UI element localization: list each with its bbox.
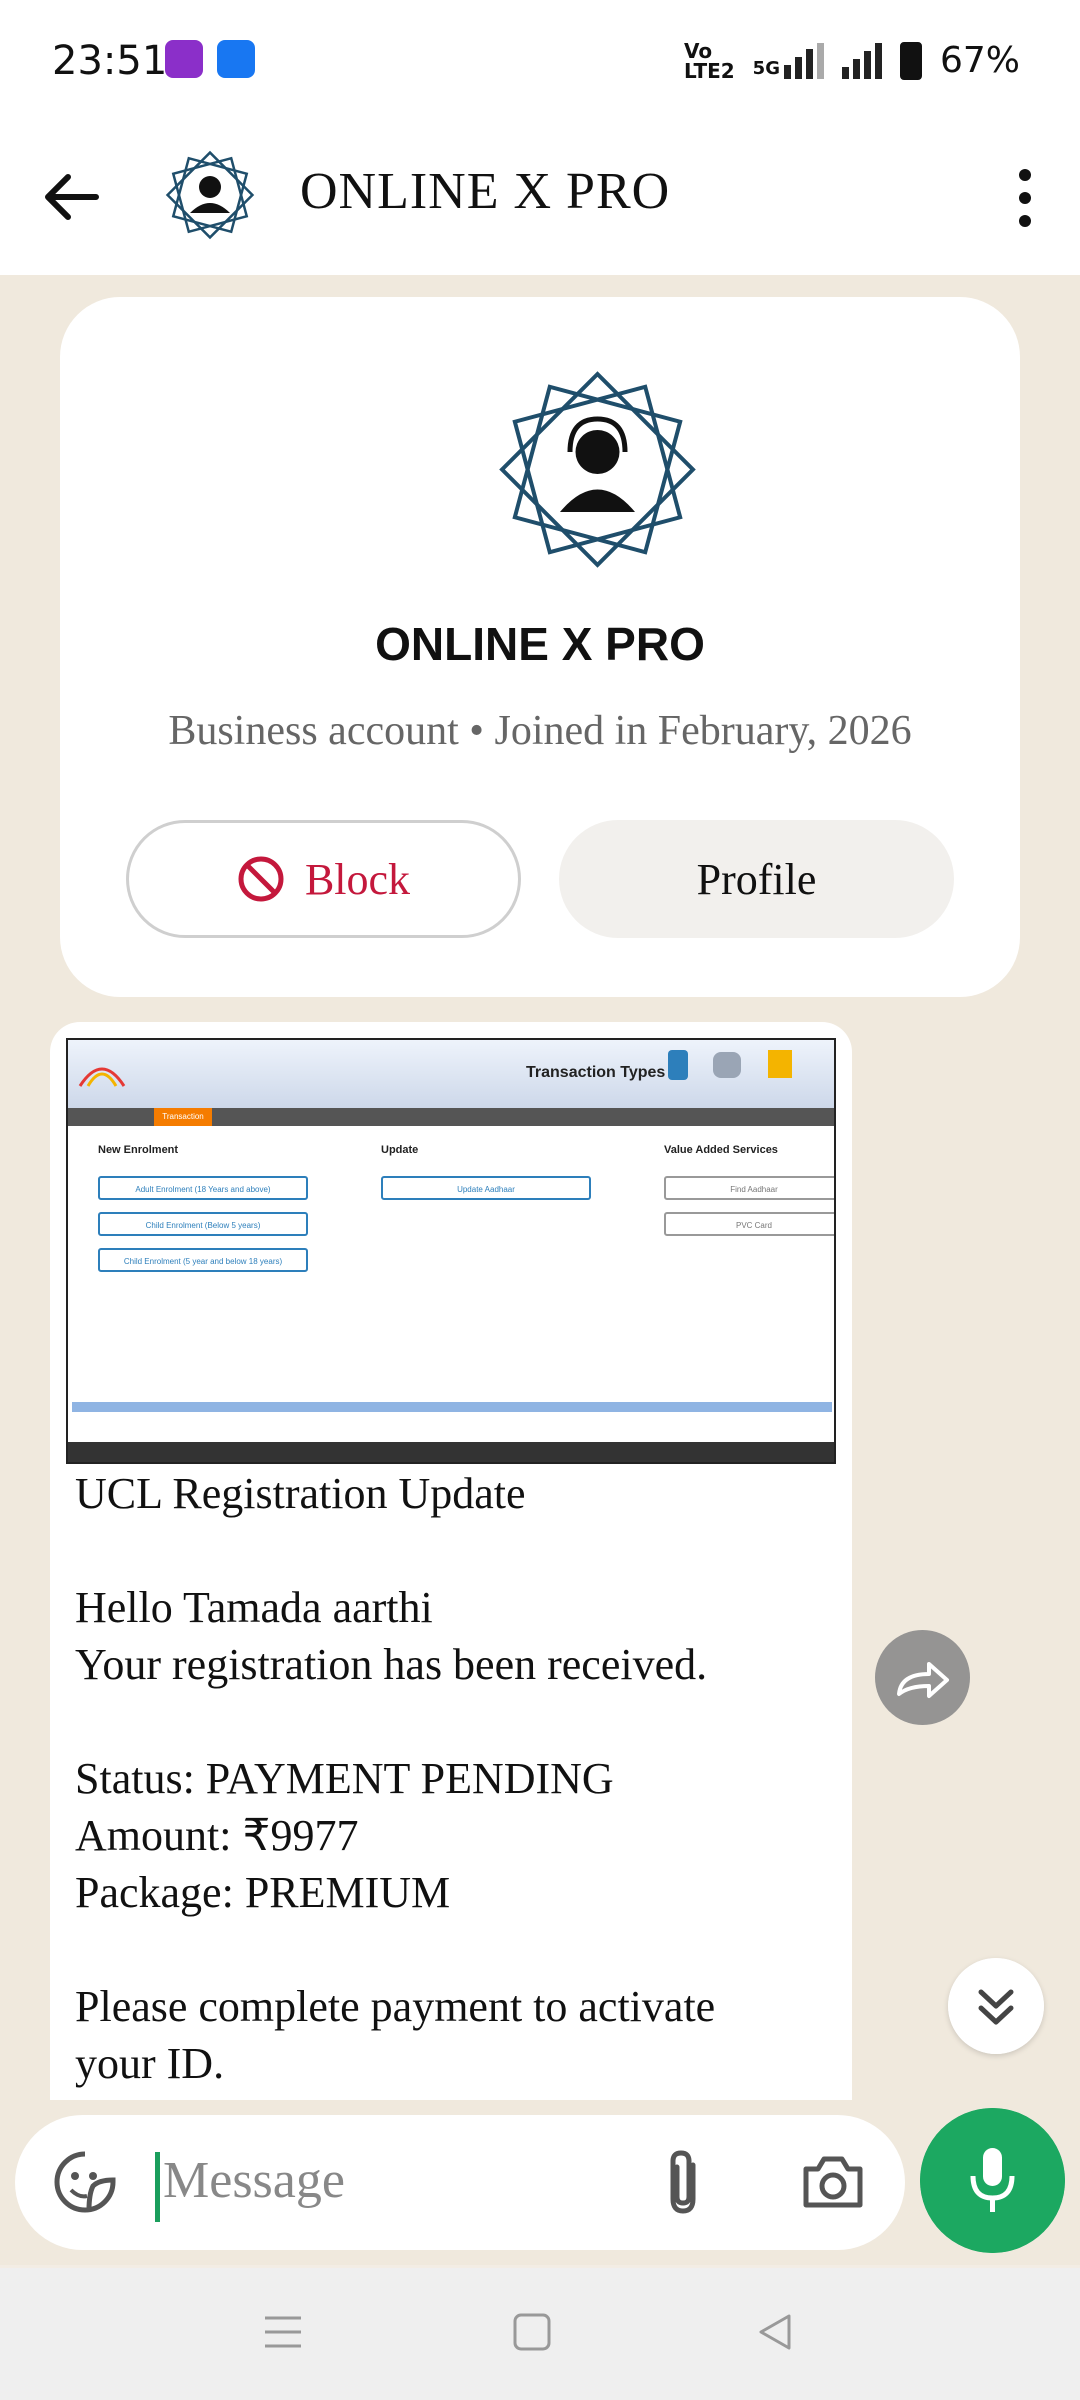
notification-icons — [165, 40, 255, 78]
profile-button[interactable]: Profile — [559, 820, 954, 938]
chat-title[interactable]: ONLINE X PRO — [300, 162, 670, 221]
block-label: Block — [304, 854, 411, 904]
message-input[interactable]: Message — [163, 2151, 345, 2210]
chat-header: ONLINE X PRO — [0, 125, 1080, 275]
image-col-header: Update — [381, 1144, 419, 1156]
microphone-icon[interactable] — [920, 2108, 1065, 2253]
signal-icon — [783, 42, 824, 79]
camera-icon[interactable] — [800, 2151, 865, 2211]
menu-icon[interactable] — [263, 2312, 303, 2352]
image-window-title: Transaction Types — [526, 1064, 666, 1081]
phone-app-icon — [217, 40, 255, 78]
back-arrow-icon[interactable] — [42, 167, 102, 227]
image-scrollbar — [72, 1402, 832, 1412]
status-bar: 23:51 Vo LTE2 5G 67% — [0, 0, 1080, 125]
contact-avatar[interactable] — [160, 145, 260, 245]
image-button: PVC Card — [664, 1212, 834, 1236]
image-tab: Transaction Type — [154, 1108, 212, 1139]
attach-icon[interactable] — [655, 2147, 715, 2217]
volte-indicator: Vo LTE2 — [684, 38, 735, 83]
profile-label: Profile — [696, 854, 817, 904]
sticker-icon[interactable] — [53, 2150, 118, 2215]
image-button: Child Enrolment (5 year and below 18 yea… — [98, 1248, 308, 1272]
status-indicators: Vo LTE2 5G 67% — [684, 40, 1020, 81]
business-logo — [499, 371, 696, 568]
image-button: Child Enrolment (Below 5 years) — [98, 1212, 308, 1236]
home-icon[interactable] — [512, 2312, 552, 2352]
business-profile-card: ONLINE X PRO Business account • Joined i… — [60, 297, 1020, 997]
business-subtitle: Business account • Joined in February, 2… — [168, 708, 912, 754]
image-taskbar — [68, 1442, 834, 1462]
image-col-header: Value Added Services — [664, 1144, 778, 1156]
message-image[interactable]: Transaction Types Transaction Type New E… — [66, 1038, 836, 1464]
calendar-app-icon — [165, 40, 203, 78]
block-button[interactable]: Block — [126, 820, 521, 938]
more-options-icon[interactable] — [1010, 163, 1040, 233]
battery-icon — [899, 41, 922, 80]
image-toolbar: Transaction Types — [68, 1040, 834, 1108]
battery-percent: 67% — [939, 40, 1020, 81]
business-name: ONLINE X PRO — [375, 618, 705, 670]
signal-icon-2 — [841, 42, 882, 79]
image-button: Update Aadhaar — [381, 1176, 591, 1200]
aadhaar-logo — [78, 1067, 126, 1087]
image-col-header: New Enrolment — [98, 1144, 179, 1156]
text-cursor — [155, 2152, 160, 2222]
back-icon[interactable] — [755, 2312, 795, 2352]
status-time: 23:51 — [52, 38, 168, 84]
message-bubble[interactable]: Transaction Types Transaction Type New E… — [50, 1022, 852, 2100]
network-type-label: 5G — [752, 57, 780, 79]
block-icon — [238, 856, 284, 902]
forward-icon[interactable] — [875, 1630, 970, 1725]
message-composer: Message — [15, 2115, 905, 2250]
system-nav-bar — [0, 2268, 1080, 2400]
image-button: Adult Enrolment (18 Years and above) — [98, 1176, 308, 1200]
message-text: UCL Registration Update Hello Tamada aar… — [75, 1469, 716, 2088]
image-button: Find Aadhaar — [664, 1176, 834, 1200]
scroll-to-bottom-icon[interactable] — [948, 1958, 1044, 2054]
